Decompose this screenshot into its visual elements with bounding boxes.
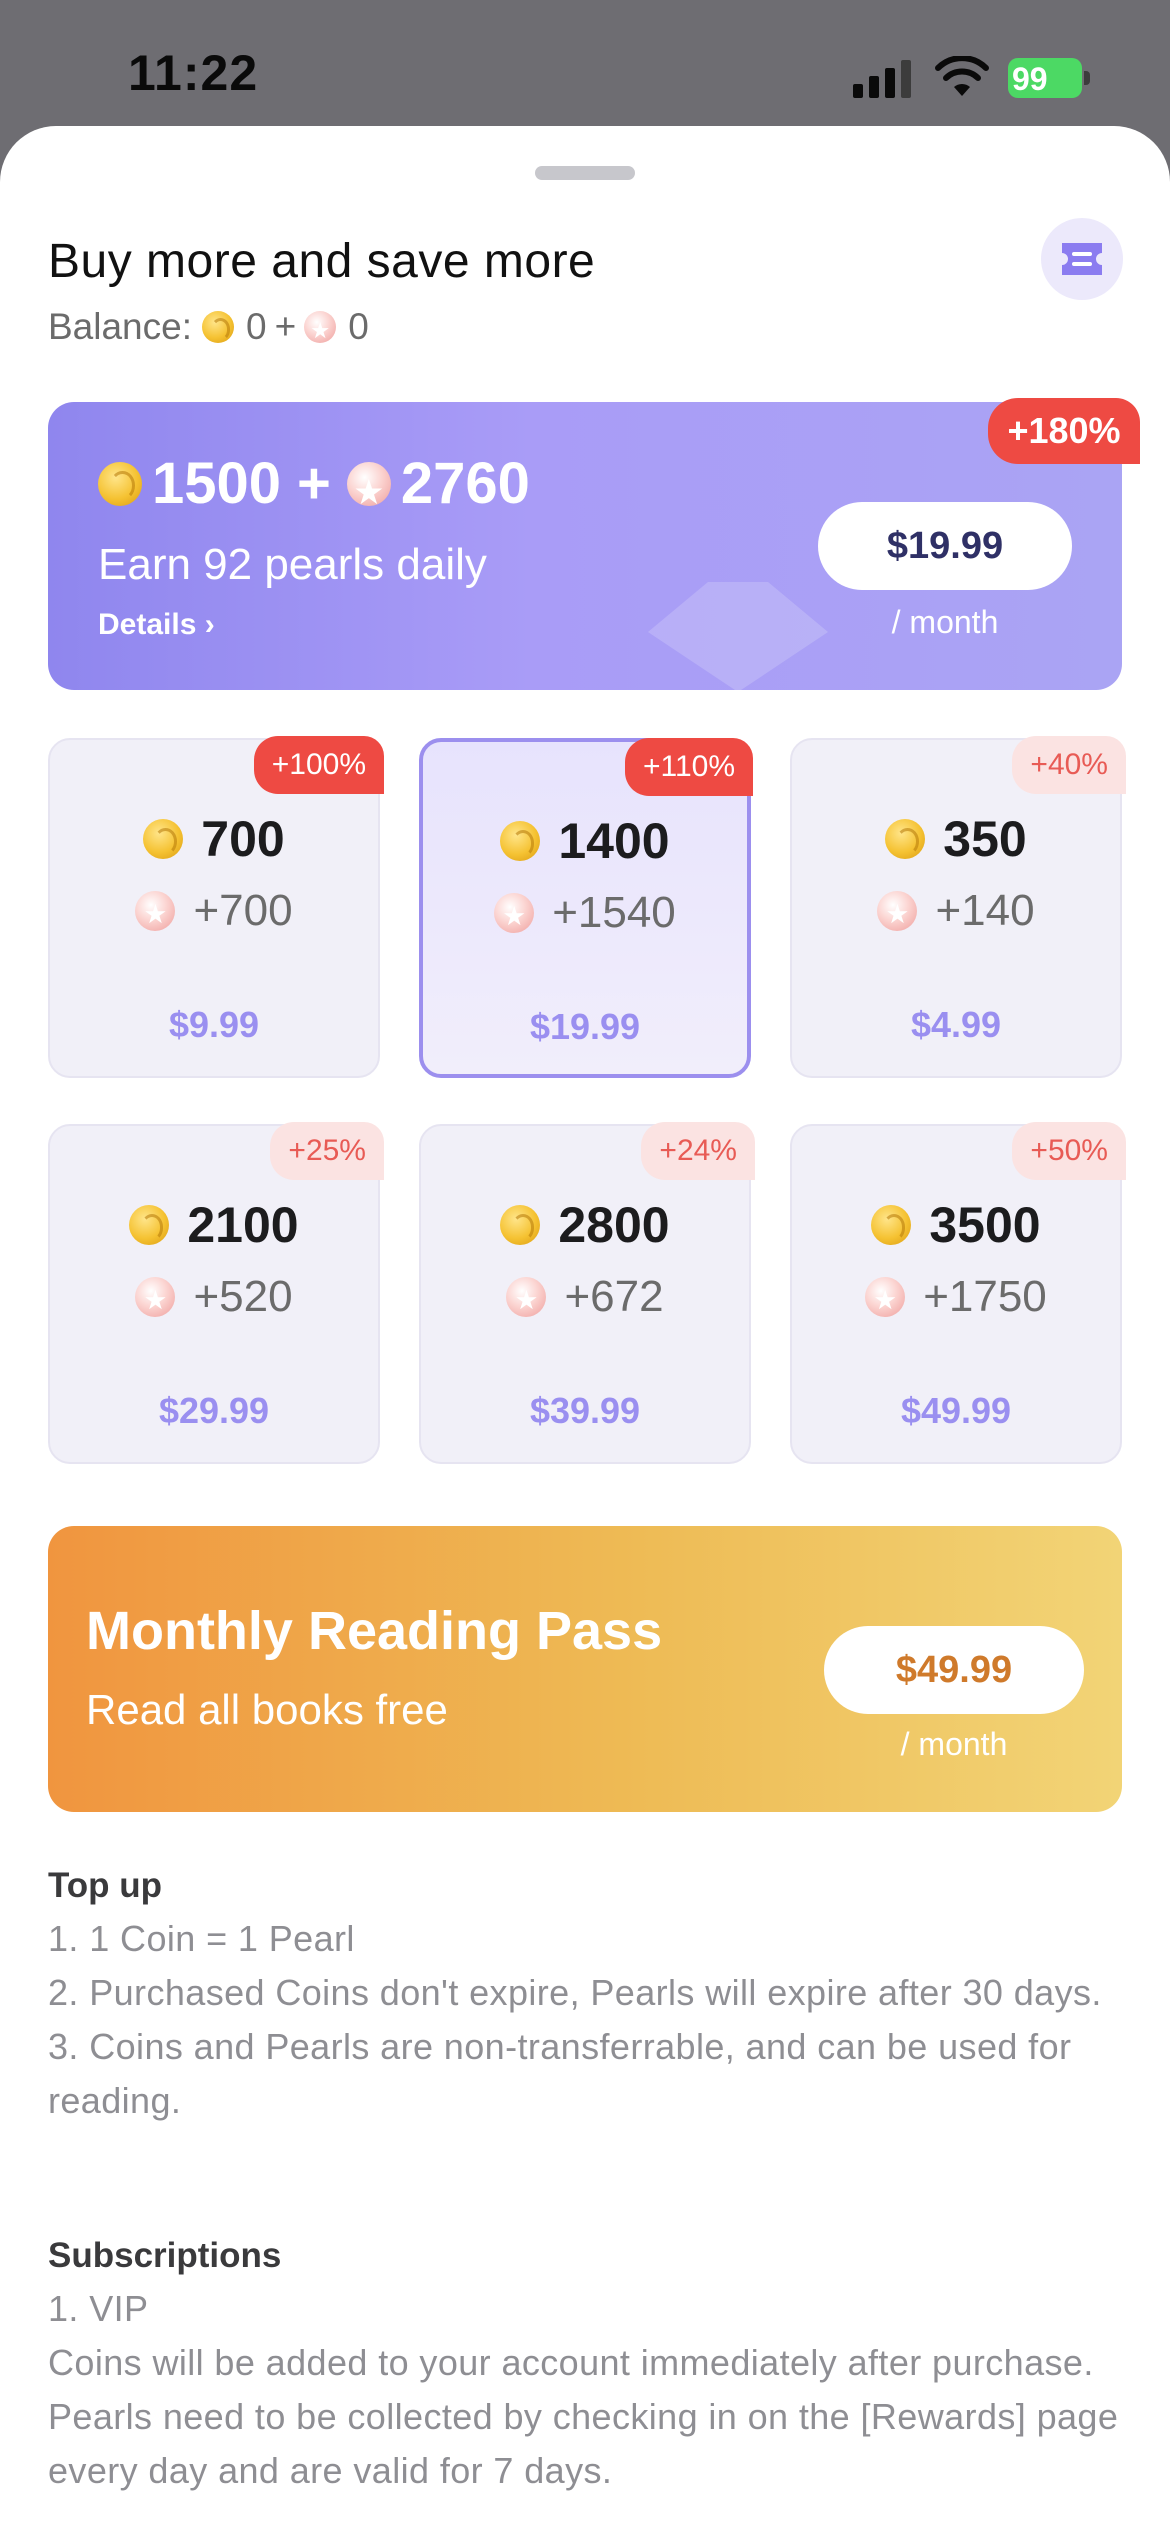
status-bar: 11:22 99 [0, 0, 1170, 130]
package-coins: 1400 [558, 813, 670, 869]
coin-icon [98, 461, 142, 506]
package-coins: 2800 [558, 1197, 670, 1253]
package-pearls-row: +1750 [792, 1272, 1120, 1322]
balance-coins: 0 [246, 306, 267, 347]
vouchers-button[interactable] [1041, 218, 1123, 300]
battery-indicator: 99 [1008, 58, 1090, 98]
pearl-icon [494, 893, 535, 933]
package-coins-row: 350 [792, 810, 1120, 868]
pearl-icon [135, 1277, 176, 1317]
coin-icon [202, 311, 234, 343]
subscriptions-heading: Subscriptions [48, 2236, 282, 2275]
coin-icon [129, 1205, 170, 1245]
cellular-signal-icon [853, 60, 911, 98]
package-pearls: +1540 [552, 888, 676, 937]
subscriptions-line: 1. VIP [48, 2288, 149, 2329]
package-coins: 3500 [929, 1197, 1041, 1253]
vip-price-button[interactable]: $19.99 [818, 502, 1072, 590]
coin-package-card[interactable]: 350 +140 $4.99 +40% [790, 736, 1126, 1078]
package-coins: 700 [201, 811, 285, 867]
topup-info: Top up 1. 1 Coin = 1 Pearl 2. Purchased … [48, 1866, 1128, 2128]
package-price: $9.99 [168, 1004, 260, 1045]
pass-price-button[interactable]: $49.99 [824, 1626, 1084, 1714]
vip-coins: 1500 [152, 451, 282, 516]
balance-label: Balance: [48, 306, 192, 347]
package-price: $39.99 [529, 1390, 641, 1431]
subscriptions-line: Coins will be added to your account imme… [48, 2342, 1119, 2491]
package-coins: 350 [943, 811, 1027, 867]
package-coins: 2100 [187, 1197, 299, 1253]
purchase-sheet: Buy more and save more Balance: 0 + 0 15… [0, 126, 1170, 2532]
package-pearls-row: +672 [421, 1272, 749, 1322]
pearl-icon [304, 311, 337, 343]
coin-package-card[interactable]: 2100 +520 $29.99 +25% [48, 1122, 384, 1464]
package-price: $4.99 [910, 1004, 1002, 1045]
package-pearls-row: +520 [50, 1272, 378, 1322]
package-pearls: +520 [193, 1272, 293, 1321]
package-bonus-badge: +24% [641, 1122, 755, 1180]
vip-bonus-badge: +180% [988, 398, 1140, 464]
vip-daily-text: Earn 92 pearls daily [98, 540, 487, 589]
topup-line: 2. Purchased Coins don't expire, Pearls … [48, 1972, 1102, 2013]
coin-icon [143, 819, 184, 859]
vip-pearls: 2760 [400, 451, 530, 516]
pearl-icon [865, 1277, 906, 1317]
pearl-icon [135, 891, 176, 931]
vip-subscription-card[interactable]: 1500 + 2760 Earn 92 pearls daily Details… [48, 402, 1122, 690]
package-pearls: +672 [564, 1272, 664, 1321]
package-pearls: +1750 [923, 1272, 1047, 1321]
topup-heading: Top up [48, 1866, 163, 1905]
subscriptions-info: Subscriptions 1. VIP Coins will be added… [48, 2236, 1128, 2498]
pass-period: / month [900, 1726, 1008, 1762]
coin-icon [871, 1205, 912, 1245]
vip-period: / month [891, 604, 999, 640]
package-price: $29.99 [158, 1390, 270, 1431]
status-time: 11:22 [128, 45, 259, 101]
package-pearls: +140 [935, 886, 1035, 935]
coin-package-card[interactable]: 1400 +1540 $19.99 +110% [419, 738, 753, 1078]
package-bonus-badge: +50% [1012, 1122, 1126, 1180]
balance-row: Balance: 0 + 0 [48, 306, 369, 348]
pearl-icon [506, 1277, 547, 1317]
topup-line: 3. Coins and Pearls are non-transferrabl… [48, 2026, 1072, 2121]
package-bonus-badge: +100% [253, 736, 384, 794]
coin-icon [885, 819, 926, 859]
package-bonus-badge: +110% [624, 738, 753, 796]
package-coins-row: 2100 [50, 1196, 378, 1254]
battery-tip [1084, 71, 1090, 85]
package-pearls-row: +700 [50, 886, 378, 936]
package-coins-row: 2800 [421, 1196, 749, 1254]
pearl-icon [877, 891, 918, 931]
balance-pearls: 0 [348, 306, 369, 347]
package-coins-row: 3500 [792, 1196, 1120, 1254]
wifi-icon [935, 56, 989, 96]
package-pearls-row: +1540 [423, 888, 747, 938]
coin-icon [500, 821, 541, 861]
vip-amounts: 1500 + 2760 [98, 450, 530, 517]
balance-plus: + [274, 306, 297, 347]
package-coins-row: 1400 [423, 812, 747, 870]
vip-plus: + [297, 451, 331, 516]
package-coins-row: 700 [50, 810, 378, 868]
vip-details-link[interactable]: Details › [98, 608, 215, 642]
package-bonus-badge: +40% [1012, 736, 1126, 794]
coin-icon [500, 1205, 541, 1245]
pass-title: Monthly Reading Pass [86, 1601, 663, 1661]
coin-package-card[interactable]: 2800 +672 $39.99 +24% [419, 1122, 755, 1464]
package-price: $49.99 [900, 1390, 1012, 1431]
coin-package-card[interactable]: 700 +700 $9.99 +100% [48, 736, 384, 1078]
battery-level: 99 [1012, 61, 1048, 97]
coin-package-card[interactable]: 3500 +1750 $49.99 +50% [790, 1122, 1126, 1464]
package-price: $19.99 [529, 1006, 641, 1047]
pearl-icon [346, 461, 391, 506]
reading-pass-card[interactable]: Monthly Reading Pass Read all books free… [48, 1526, 1122, 1812]
package-bonus-badge: +25% [270, 1122, 384, 1180]
package-pearls-row: +140 [792, 886, 1120, 936]
page-title: Buy more and save more [48, 235, 596, 288]
topup-line: 1. 1 Coin = 1 Pearl [48, 1918, 355, 1959]
sheet-grabber[interactable] [535, 166, 635, 180]
ticket-icon [1062, 243, 1102, 275]
package-pearls: +700 [193, 886, 293, 935]
pass-subtitle: Read all books free [86, 1686, 448, 1733]
